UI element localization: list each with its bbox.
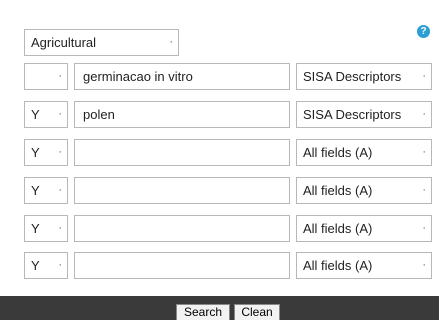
database-select-value: Agricultural [31, 35, 97, 50]
search-button[interactable]: Search [176, 304, 230, 320]
field-value: All fields (A) [303, 183, 373, 198]
operator-value: Y [31, 258, 40, 273]
chevron-down-icon: · [422, 222, 426, 234]
operator-value: Y [31, 107, 40, 122]
action-bar: Search Clean [0, 296, 439, 320]
operator-select[interactable]: Y · [24, 215, 68, 242]
search-term-input[interactable] [74, 252, 290, 279]
operator-select[interactable]: Y · [24, 139, 68, 166]
database-select[interactable]: Agricultural · [24, 29, 179, 56]
chevron-down-icon: · [422, 259, 426, 271]
search-term-input[interactable] [74, 215, 290, 242]
chevron-down-icon: · [58, 222, 62, 234]
search-term-input[interactable] [74, 177, 290, 204]
chevron-down-icon: · [58, 70, 62, 82]
chevron-down-icon: · [422, 70, 426, 82]
chevron-down-icon: · [422, 184, 426, 196]
operator-select[interactable]: Y · [24, 101, 68, 128]
chevron-down-icon: · [58, 184, 62, 196]
operator-value: Y [31, 145, 40, 160]
field-select[interactable]: All fields (A) · [296, 215, 432, 242]
field-value: All fields (A) [303, 145, 373, 160]
help-icon[interactable]: ? [417, 25, 430, 38]
field-value: All fields (A) [303, 221, 373, 236]
chevron-down-icon: · [58, 259, 62, 271]
search-form: ? Agricultural · · germinacao in vitro S… [0, 0, 439, 292]
operator-value: Y [31, 221, 40, 236]
field-value: SISA Descriptors [303, 69, 402, 84]
field-select[interactable]: SISA Descriptors · [296, 101, 432, 128]
field-value: All fields (A) [303, 258, 373, 273]
field-select[interactable]: All fields (A) · [296, 177, 432, 204]
field-select[interactable]: SISA Descriptors · [296, 63, 432, 90]
operator-select[interactable]: Y · [24, 177, 68, 204]
search-term-input[interactable]: germinacao in vitro [74, 63, 290, 90]
operator-select[interactable]: Y · [24, 252, 68, 279]
field-value: SISA Descriptors [303, 107, 402, 122]
chevron-down-icon: · [58, 108, 62, 120]
field-select[interactable]: All fields (A) · [296, 139, 432, 166]
search-term-input[interactable]: polen [74, 101, 290, 128]
operator-select[interactable]: · [24, 63, 68, 90]
search-term-input[interactable] [74, 139, 290, 166]
field-select[interactable]: All fields (A) · [296, 252, 432, 279]
chevron-down-icon: · [422, 146, 426, 158]
operator-value: Y [31, 183, 40, 198]
chevron-down-icon: · [422, 108, 426, 120]
chevron-down-icon: · [58, 146, 62, 158]
chevron-down-icon: · [169, 36, 173, 48]
clean-button[interactable]: Clean [234, 304, 280, 320]
